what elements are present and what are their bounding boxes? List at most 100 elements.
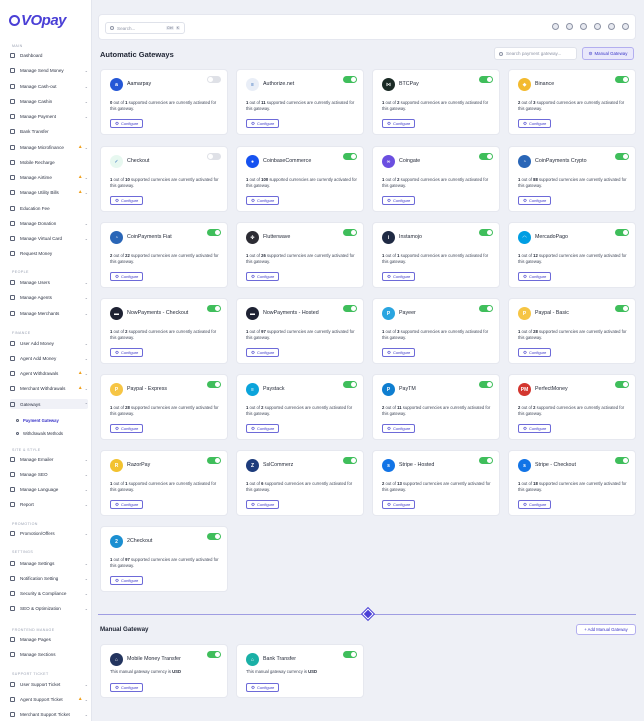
gateway-status-toggle[interactable] <box>615 153 629 160</box>
sidebar-item-manage-merchants[interactable]: Manage Merchants ⌄ <box>10 308 88 318</box>
sidebar-item-agent-support-ticket[interactable]: Agent Support Ticket ▲ ⌄ <box>10 694 88 704</box>
sidebar-item-manage-cashin[interactable]: Manage Cashin ⌄ <box>10 96 88 106</box>
sidebar-subitem-payment-gateway[interactable]: Payment Gateway <box>16 418 59 423</box>
sidebar-item-manage-language[interactable]: Manage Language ⌄ <box>10 484 88 494</box>
configure-button[interactable]: ⚙ Configure <box>382 196 416 205</box>
gateway-status-toggle[interactable] <box>343 381 357 388</box>
gateway-status-toggle[interactable] <box>615 229 629 236</box>
sidebar-subitem-withdrawals-methods[interactable]: Withdrawals Methods <box>16 431 63 436</box>
sidebar-item-user-support-ticket[interactable]: User Support Ticket ⌄ <box>10 679 88 689</box>
gateway-status-toggle[interactable] <box>615 381 629 388</box>
gateway-status-toggle[interactable] <box>207 305 221 312</box>
sidebar-item-manage-airtime[interactable]: Manage Airtime ▲ ⌄ <box>10 172 88 182</box>
configure-button[interactable]: ⚙ Configure <box>518 119 552 128</box>
gateway-status-toggle[interactable] <box>479 305 493 312</box>
configure-button[interactable]: ⚙ Configure <box>246 683 280 692</box>
gateway-status-toggle[interactable] <box>343 229 357 236</box>
gateway-status-toggle[interactable] <box>479 153 493 160</box>
configure-button[interactable]: ⚙ Configure <box>518 272 552 281</box>
sidebar-item-request-money[interactable]: Request Money <box>10 248 88 258</box>
sidebar-item-agent-withdrawals[interactable]: Agent Withdrawals ▲ ⌄ <box>10 368 88 378</box>
sidebar-item-manage-settings[interactable]: Manage Settings ⌄ <box>10 558 88 568</box>
sidebar-item-merchant-support-ticket[interactable]: Merchant Support Ticket ⌄ <box>10 709 88 719</box>
configure-button[interactable]: ⚙ Configure <box>110 272 144 281</box>
configure-button[interactable]: ⚙ Configure <box>518 424 552 433</box>
configure-button[interactable]: ⚙ Configure <box>110 348 144 357</box>
globe-icon[interactable] <box>552 23 559 30</box>
sidebar-item-manage-agents[interactable]: Manage Agents ⌄ <box>10 292 88 302</box>
sidebar-item-manage-utility-bills[interactable]: Manage Utility Bills ▲ ⌄ <box>10 187 88 197</box>
user-avatar-icon[interactable] <box>622 23 629 30</box>
sidebar-item-manage-donation[interactable]: Manage Donation ⌄ <box>10 218 88 228</box>
sidebar-item-agent-add-money[interactable]: Agent Add Money ⌄ <box>10 353 88 363</box>
gateway-status-toggle[interactable] <box>207 651 221 658</box>
sidebar-item-manage-users[interactable]: Manage Users ⌄ <box>10 277 88 287</box>
sidebar-item-manage-seo[interactable]: Manage SEO ⌄ <box>10 469 88 479</box>
gateway-status-toggle[interactable] <box>615 76 629 83</box>
configure-button[interactable]: ⚙ Configure <box>110 500 144 509</box>
sidebar-item-promotion-offers[interactable]: Promotion/Offers ⌄ <box>10 528 88 538</box>
sidebar-item-merchant-withdrawals[interactable]: Merchant Withdrawals ▲ ⌄ <box>10 383 88 393</box>
configure-button[interactable]: ⚙ Configure <box>246 119 280 128</box>
configure-button[interactable]: ⚙ Configure <box>110 196 144 205</box>
gateway-status-toggle[interactable] <box>207 229 221 236</box>
configure-button[interactable]: ⚙ Configure <box>246 272 280 281</box>
sidebar-item-education-fee[interactable]: Education Fee <box>10 203 88 213</box>
gateway-status-toggle[interactable] <box>207 457 221 464</box>
sidebar-item-manage-virtual-card[interactable]: Manage Virtual Card ⌄ <box>10 233 88 243</box>
gateway-status-toggle[interactable] <box>615 457 629 464</box>
configure-button[interactable]: ⚙ Configure <box>110 683 144 692</box>
sidebar-item-bank-transfer[interactable]: Bank Transfer <box>10 126 88 136</box>
sidebar-item-mobile-recharge[interactable]: Mobile Recharge <box>10 157 88 167</box>
sidebar-item-manage-send-money[interactable]: Manage Send Money ⌄ <box>10 65 88 75</box>
sidebar-item-gateways[interactable]: Gateways ⌃ <box>10 399 88 409</box>
sidebar-item-manage-pages[interactable]: Manage Pages <box>10 634 88 644</box>
sidebar-item-report[interactable]: Report ⌄ <box>10 499 88 509</box>
sidebar-item-dashboard[interactable]: Dashboard <box>10 50 88 60</box>
gateway-status-toggle[interactable] <box>479 457 493 464</box>
configure-button[interactable]: ⚙ Configure <box>382 119 416 128</box>
sidebar-item-manage-microfinance[interactable]: Manage Microfinance ▲ ⌄ <box>10 142 88 152</box>
bell-icon[interactable] <box>594 23 601 30</box>
sidebar-item-manage-payment[interactable]: Manage Payment ⌄ <box>10 111 88 121</box>
configure-button[interactable]: ⚙ Configure <box>382 424 416 433</box>
gateway-status-toggle[interactable] <box>343 457 357 464</box>
link-icon[interactable] <box>566 23 573 30</box>
gateway-status-toggle[interactable] <box>207 381 221 388</box>
gateway-status-toggle[interactable] <box>207 76 221 83</box>
gateway-status-toggle[interactable] <box>479 381 493 388</box>
configure-button[interactable]: ⚙ Configure <box>246 500 280 509</box>
gateway-search-input[interactable]: Search payment gateway... <box>494 47 577 60</box>
sidebar-item-manage-emailer[interactable]: Manage Emailer ⌄ <box>10 454 88 464</box>
gateway-status-toggle[interactable] <box>207 533 221 540</box>
configure-button[interactable]: ⚙ Configure <box>110 119 144 128</box>
configure-button[interactable]: ⚙ Configure <box>382 500 416 509</box>
sidebar-item-user-add-money[interactable]: User Add Money ⌄ <box>10 338 88 348</box>
configure-button[interactable]: ⚙ Configure <box>246 424 280 433</box>
sidebar-item-security-compliance[interactable]: Security & Compliance ⌄ <box>10 588 88 598</box>
settings-icon[interactable] <box>608 23 615 30</box>
configure-button[interactable]: ⚙ Configure <box>110 576 144 585</box>
brand-logo[interactable]: VOpay <box>9 12 67 29</box>
configure-button[interactable]: ⚙ Configure <box>110 424 144 433</box>
configure-button[interactable]: ⚙ Configure <box>246 348 280 357</box>
global-search-input[interactable]: Search... Ctrl K <box>105 22 185 34</box>
gateway-status-toggle[interactable] <box>343 76 357 83</box>
configure-button[interactable]: ⚙ Configure <box>518 500 552 509</box>
sidebar-item-manage-sections[interactable]: Manage Sections <box>10 649 88 659</box>
configure-button[interactable]: ⚙ Configure <box>518 196 552 205</box>
configure-button[interactable]: ⚙ Configure <box>518 348 552 357</box>
gateway-status-toggle[interactable] <box>479 229 493 236</box>
apps-icon[interactable] <box>580 23 587 30</box>
gateway-status-toggle[interactable] <box>615 305 629 312</box>
configure-button[interactable]: ⚙ Configure <box>382 272 416 281</box>
gateway-status-toggle[interactable] <box>207 153 221 160</box>
manual-gateway-button[interactable]: ⚙ Manual Gateway <box>582 47 634 60</box>
sidebar-item-manage-cash-out[interactable]: Manage Cash-out ⌄ <box>10 81 88 91</box>
gateway-status-toggle[interactable] <box>343 651 357 658</box>
gateway-status-toggle[interactable] <box>343 305 357 312</box>
gateway-status-toggle[interactable] <box>343 153 357 160</box>
sidebar-item-notification-setting[interactable]: Notification Setting ⌄ <box>10 573 88 583</box>
sidebar-item-seo-optimization[interactable]: SEO & Optimization ⌄ <box>10 603 88 613</box>
gateway-status-toggle[interactable] <box>479 76 493 83</box>
